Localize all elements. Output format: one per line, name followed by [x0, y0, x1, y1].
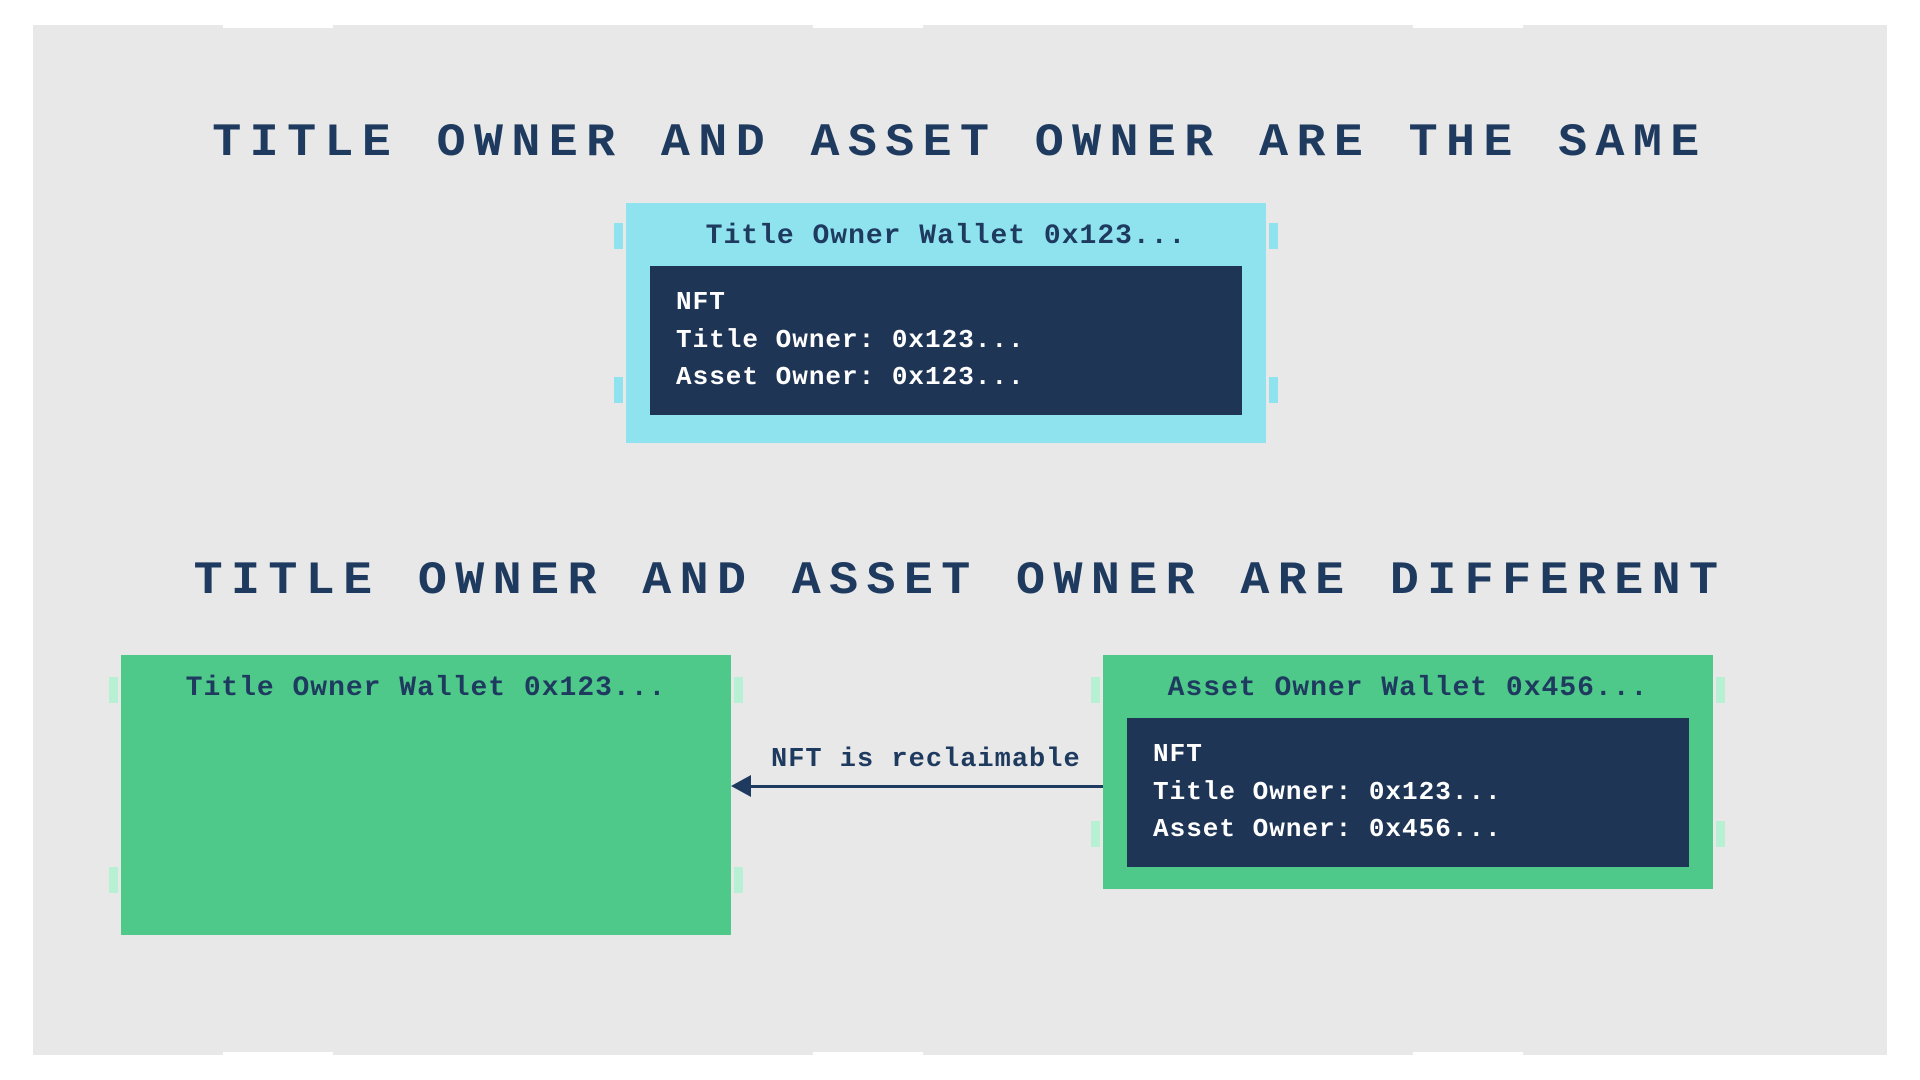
- title-owner-wallet-diff: Title Owner Wallet 0x123...: [121, 655, 731, 935]
- corner-tick: [1091, 677, 1100, 703]
- nft-title-owner: Title Owner: 0x123...: [676, 322, 1216, 360]
- heading-same: TITLE OWNER AND ASSET OWNER ARE THE SAME: [0, 117, 1920, 169]
- nft-asset-owner: Asset Owner: 0x456...: [1153, 811, 1663, 849]
- heading-diff: TITLE OWNER AND ASSET OWNER ARE DIFFEREN…: [0, 555, 1920, 607]
- asset-owner-wallet-diff: Asset Owner Wallet 0x456... NFT Title Ow…: [1103, 655, 1713, 889]
- corner-tick: [1269, 223, 1278, 249]
- corner-tick: [1716, 821, 1725, 847]
- border-dash: [813, 1052, 923, 1066]
- border-dash: [813, 14, 923, 28]
- arrow-line: [749, 785, 1103, 788]
- border-dash: [1413, 1052, 1523, 1066]
- arrow-head-icon: [731, 775, 751, 797]
- corner-tick: [109, 867, 118, 893]
- nft-box-diff: NFT Title Owner: 0x123... Asset Owner: 0…: [1127, 718, 1689, 867]
- corner-tick: [614, 223, 623, 249]
- title-owner-wallet-same: Title Owner Wallet 0x123... NFT Title Ow…: [626, 203, 1266, 443]
- border-dash: [1413, 14, 1523, 28]
- nft-title-owner: Title Owner: 0x123...: [1153, 774, 1663, 812]
- nft-label: NFT: [676, 284, 1216, 322]
- diagram-stage: TITLE OWNER AND ASSET OWNER ARE THE SAME…: [33, 25, 1887, 1055]
- wallet-title: Title Owner Wallet 0x123...: [145, 673, 707, 704]
- corner-tick: [109, 677, 118, 703]
- reclaim-arrow: NFT is reclaimable: [731, 785, 1103, 825]
- nft-label: NFT: [1153, 736, 1663, 774]
- arrow-label: NFT is reclaimable: [771, 745, 1081, 775]
- corner-tick: [1269, 377, 1278, 403]
- border-dash: [223, 14, 333, 28]
- wallet-title: Asset Owner Wallet 0x456...: [1127, 673, 1689, 704]
- nft-box-same: NFT Title Owner: 0x123... Asset Owner: 0…: [650, 266, 1242, 415]
- corner-tick: [1716, 677, 1725, 703]
- corner-tick: [734, 677, 743, 703]
- corner-tick: [614, 377, 623, 403]
- border-dash: [223, 1052, 333, 1066]
- corner-tick: [734, 867, 743, 893]
- wallet-title: Title Owner Wallet 0x123...: [650, 221, 1242, 252]
- nft-asset-owner: Asset Owner: 0x123...: [676, 359, 1216, 397]
